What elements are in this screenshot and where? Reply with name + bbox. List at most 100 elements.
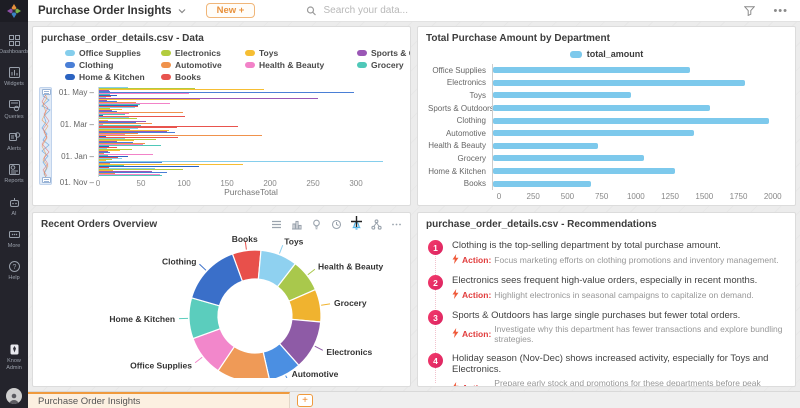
donut-chart[interactable]: BooksToysHealth & BeautyGroceryElectroni… — [33, 230, 410, 383]
total-amount-bar[interactable] — [493, 92, 631, 98]
bar-track — [492, 102, 783, 115]
legend-swatch — [357, 62, 367, 68]
sidebar-item-know-admin[interactable]: Know Admin — [0, 343, 28, 371]
more-options-icon[interactable]: ••• — [773, 7, 788, 15]
category-label: Clothing — [428, 116, 492, 125]
legend-item-toys[interactable]: Toys — [245, 48, 357, 58]
action-text: Highlight electronics in seasonal campai… — [494, 290, 753, 300]
recommendation-number-badge: 1 — [428, 240, 443, 255]
total-bar-row: Books — [428, 177, 783, 190]
bar-track — [492, 114, 783, 127]
recommendation-item: 3Sports & Outdoors has large single purc… — [428, 304, 785, 347]
legend-label: Automotive — [175, 60, 222, 70]
more-icon[interactable] — [391, 219, 402, 230]
category-label: Toys — [428, 91, 492, 100]
legend-item-books[interactable]: Books — [161, 72, 245, 82]
category-label: Automotive — [428, 129, 492, 138]
recommendation-action-row: Action:Prepare early stock and promotion… — [452, 378, 785, 387]
legend-swatch — [161, 50, 171, 56]
sidebar-item-widgets[interactable]: Widgets — [0, 66, 28, 87]
total-amount-bar[interactable] — [493, 130, 694, 136]
sidebar-item-ai[interactable]: AI — [0, 196, 28, 217]
search-input[interactable] — [322, 4, 522, 17]
app-window: Dashboards Widgets Queries Alerts Reports AI M… — [0, 0, 800, 408]
bulb-icon[interactable] — [311, 219, 322, 230]
legend-item-sports-outdoors[interactable]: Sports & Outdoors — [357, 48, 411, 58]
recommendation-action-row: Action:Focus marketing efforts on clothi… — [452, 254, 779, 266]
chart-legend: Office Supplies Electronics Toys Sports & O… — [65, 48, 410, 82]
total-bar-row: Electronics — [428, 77, 783, 90]
workspace-title[interactable]: Purchase Order Insights — [38, 5, 172, 17]
history-icon[interactable] — [331, 219, 342, 230]
main-area: Purchase Order Insights New + ••• — [28, 0, 800, 408]
tab-purchase-order-insights[interactable]: Purchase Order Insights — [28, 392, 290, 408]
panel-total-amount: Total Purchase Amount by Department tota… — [417, 26, 796, 206]
total-amount-bar[interactable] — [493, 181, 591, 187]
sidebar-item-more[interactable]: More — [0, 228, 28, 249]
legend-label: Toys — [259, 48, 278, 58]
share-icon[interactable] — [371, 219, 382, 230]
sidebar-item-alerts[interactable]: Alerts — [0, 131, 28, 152]
donut-slice-label: Clothing — [162, 256, 196, 266]
legend-item-grocery[interactable]: Grocery — [357, 60, 411, 70]
legend-item-automotive[interactable]: Automotive — [161, 60, 245, 70]
sidebar-item-queries[interactable]: Queries — [0, 99, 28, 120]
label-leader-line — [286, 376, 290, 378]
data-bar — [99, 135, 262, 136]
sidebar-item-help[interactable]: ?Help — [0, 260, 28, 281]
x-tick-label: 0 — [497, 192, 501, 201]
total-amount-bar[interactable] — [493, 155, 644, 161]
donut-slice-label: Books — [232, 234, 258, 244]
y-axis-labels: 01. May –01. Mar –01. Jan –01. Nov – — [56, 87, 98, 177]
recommendation-text: Holiday season (Nov-Dec) shows increased… — [452, 353, 785, 375]
app-logo-icon[interactable] — [0, 0, 28, 22]
legend-label: Electronics — [175, 48, 221, 58]
new-button[interactable]: New + — [206, 3, 256, 19]
user-avatar[interactable] — [6, 388, 22, 404]
legend-item-clothing[interactable]: Clothing — [65, 60, 161, 70]
x-tick-label: 300 — [349, 179, 362, 188]
total-bar-row: Grocery — [428, 152, 783, 165]
chart-scroll-navigator[interactable] — [39, 87, 52, 185]
x-tick-label: 750 — [595, 192, 608, 201]
chart-icon[interactable] — [291, 219, 302, 230]
label-leader-line — [321, 304, 330, 305]
y-tick-label: 01. Mar – — [60, 120, 94, 129]
panel-title: Total Purchase Amount by Department — [418, 27, 795, 46]
legend-item-home-kitchen[interactable]: Home & Kitchen — [65, 72, 161, 82]
menu-icon[interactable] — [271, 219, 282, 230]
total-amount-bars: Office SuppliesElectronicsToysSports & O… — [418, 64, 795, 190]
total-amount-bar[interactable] — [493, 168, 675, 174]
sidebar-item-dashboards[interactable]: Dashboards — [0, 34, 28, 55]
x-tick-label: 1000 — [627, 192, 645, 201]
total-amount-bar[interactable] — [493, 143, 598, 149]
y-tick-label: 01. May – — [59, 88, 94, 97]
legend-label: Office Supplies — [79, 48, 141, 58]
lightning-icon — [452, 328, 459, 340]
navigator-handle-bottom[interactable] — [42, 177, 51, 183]
x-tick-label: 250 — [527, 192, 540, 201]
total-bar-row: Health & Beauty — [428, 140, 783, 153]
total-amount-bar[interactable] — [493, 105, 710, 111]
navigator-handle-top[interactable] — [42, 89, 51, 95]
total-amount-bar[interactable] — [493, 67, 690, 73]
bar-plot-area[interactable] — [98, 87, 404, 177]
sidebar-item-reports[interactable]: Reports — [0, 163, 28, 184]
filter-icon[interactable] — [744, 6, 755, 16]
total-bar-row: Toys — [428, 89, 783, 102]
total-amount-bar[interactable] — [493, 80, 745, 86]
y-tick-label: 01. Nov – — [60, 178, 94, 187]
recommendation-list: 1Clothing is the top-selling department … — [418, 232, 795, 387]
donut-slice-clothing[interactable] — [192, 254, 243, 306]
legend-label: Home & Kitchen — [79, 72, 145, 82]
add-tab-button[interactable]: + — [297, 394, 313, 407]
label-leader-line — [279, 245, 282, 253]
total-amount-bar[interactable] — [493, 118, 769, 124]
bar-track — [492, 152, 783, 165]
search-box — [307, 4, 522, 17]
legend-item-health-beauty[interactable]: Health & Beauty — [245, 60, 357, 70]
legend-item-office-supplies[interactable]: Office Supplies — [65, 48, 161, 58]
chevron-down-icon[interactable] — [178, 8, 186, 14]
recommendation-number-badge: 2 — [428, 275, 443, 290]
legend-item-electronics[interactable]: Electronics — [161, 48, 245, 58]
